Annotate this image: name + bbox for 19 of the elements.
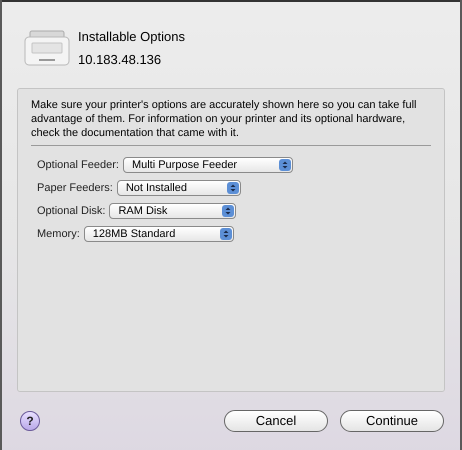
dialog-button[interactable]: Continue <box>340 410 444 432</box>
option-label: Optional Disk: <box>37 204 106 219</box>
stepper-arrows-icon <box>222 205 234 217</box>
option-popup[interactable]: RAM Disk <box>109 203 236 219</box>
info-message: Make sure your printer's options are accurately shown here so you can take full advantage of them. For information on your printer and its optional hardware, check the documentation that came with it. <box>31 98 418 140</box>
stepper-arrows-icon <box>226 182 239 194</box>
stepper-arrows-icon <box>220 228 232 240</box>
option-label: Paper Feeders: <box>37 180 113 196</box>
option-popup[interactable]: 128MB Standard <box>84 226 234 242</box>
option-label: Optional Feeder: <box>37 158 119 173</box>
stepper-arrows-icon <box>278 159 291 171</box>
option-popup[interactable]: Not Installed <box>116 180 241 196</box>
printer-address: 10.183.48.136 <box>78 51 162 69</box>
dialog-button[interactable]: Cancel <box>224 410 328 432</box>
help-button[interactable]: ? <box>20 411 40 431</box>
option-label: Memory: <box>37 226 80 242</box>
printer-icon <box>24 29 70 67</box>
option-popup[interactable]: Multi Purpose Feeder <box>122 157 293 173</box>
dialog-title: Installable Options <box>78 28 185 46</box>
